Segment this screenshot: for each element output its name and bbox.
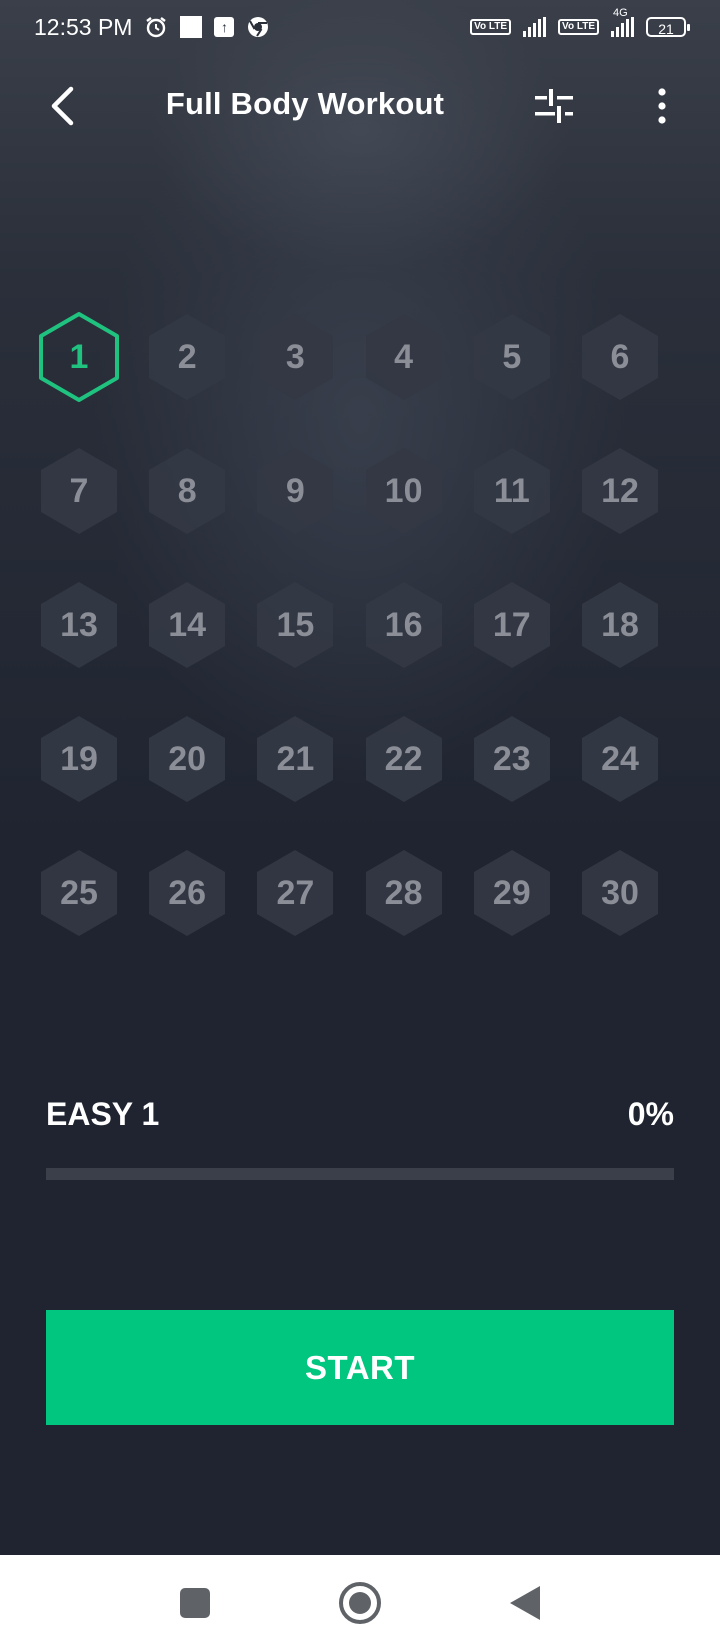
day-number: 16 [384,605,423,644]
day-cell-30[interactable]: 30 [578,848,662,938]
day-cell-10[interactable]: 10 [362,446,446,536]
day-cell-5[interactable]: 5 [470,312,554,402]
signal-icon-2 [611,17,634,37]
alarm-icon [144,15,168,39]
day-number: 18 [601,605,639,644]
triangle-back-icon [510,1586,540,1620]
progress-bar [46,1168,674,1180]
day-cell-18[interactable]: 18 [578,580,662,670]
system-nav-bar [0,1555,720,1650]
day-number: 10 [384,471,423,510]
day-cell-21[interactable]: 21 [253,714,337,804]
status-bar: 12:53 PM ↑ Vo LTE Vo LTE 4G 21 [0,0,720,54]
day-cell-11[interactable]: 11 [470,446,554,536]
day-cell-3[interactable]: 3 [253,312,337,402]
day-cell-2[interactable]: 2 [145,312,229,402]
day-cell-20[interactable]: 20 [145,714,229,804]
status-time: 12:53 PM [34,13,133,40]
day-cell-6[interactable]: 6 [578,312,662,402]
status-left: 12:53 PM ↑ [34,14,270,41]
day-cell-17[interactable]: 17 [470,580,554,670]
day-number: 19 [60,739,98,778]
day-number: 24 [601,739,639,778]
day-number: 6 [610,337,630,376]
day-cell-7[interactable]: 7 [37,446,121,536]
day-number: 14 [168,605,207,644]
day-number: 3 [285,337,305,376]
progress-percent: 0% [627,1096,674,1132]
day-cell-25[interactable]: 25 [37,848,121,938]
day-cell-27[interactable]: 27 [253,848,337,938]
day-number: 28 [384,873,423,912]
network-type: 4G [613,7,628,19]
day-cell-16[interactable]: 16 [362,580,446,670]
day-number: 26 [168,873,207,912]
day-grid: 1 2 3 4 5 6 7 8 9 10 11 12 13 14 15 16 17 18 19 20 21 22 23 24 2… [37,312,667,952]
battery-icon: 21 [646,17,690,37]
level-label: EASY 1 [46,1096,160,1132]
day-cell-24[interactable]: 24 [578,714,662,804]
day-number: 21 [276,739,315,778]
day-cell-8[interactable]: 8 [145,446,229,536]
day-number: 8 [177,471,197,510]
day-cell-12[interactable]: 12 [578,446,662,536]
day-cell-1[interactable]: 1 [37,312,121,402]
back-nav-button[interactable] [497,1575,553,1631]
day-number: 5 [502,337,522,376]
day-number: 22 [384,739,423,778]
app-bar: Full Body Workout [0,66,720,146]
notification-square-icon [180,16,203,38]
day-number: 15 [276,605,315,644]
day-cell-22[interactable]: 22 [362,714,446,804]
day-number: 27 [276,873,315,912]
day-cell-4[interactable]: 4 [362,312,446,402]
day-cell-19[interactable]: 19 [37,714,121,804]
adjust-button[interactable] [528,80,580,132]
day-cell-14[interactable]: 14 [145,580,229,670]
day-number: 13 [60,605,98,644]
chrome-icon [246,15,270,39]
status-right: Vo LTE Vo LTE 4G 21 [470,7,690,37]
signal-icon [523,17,547,37]
square-icon [180,1588,210,1618]
day-number: 1 [69,337,89,376]
day-number: 12 [601,471,639,510]
day-number: 7 [69,471,89,510]
volte-icon: Vo LTE [470,19,512,35]
start-button[interactable]: START [46,1310,674,1425]
day-cell-26[interactable]: 26 [145,848,229,938]
day-number: 2 [177,337,197,376]
day-cell-23[interactable]: 23 [470,714,554,804]
upload-icon: ↑ [214,17,235,37]
day-cell-15[interactable]: 15 [253,580,337,670]
day-cell-9[interactable]: 9 [253,446,337,536]
more-vertical-icon [658,88,666,124]
day-number: 11 [493,471,530,510]
sliders-icon [535,89,573,123]
signal-4g: 4G [611,7,634,37]
day-number: 17 [492,605,531,644]
home-circle-icon [339,1582,381,1624]
page-title: Full Body Workout [165,86,445,121]
day-cell-28[interactable]: 28 [362,848,446,938]
day-number: 9 [285,471,305,510]
volte-icon-2: Vo LTE [558,19,599,35]
day-number: 29 [492,873,531,912]
day-number: 4 [394,337,414,376]
day-number: 30 [601,873,639,912]
recents-button[interactable] [167,1575,223,1631]
day-cell-29[interactable]: 29 [470,848,554,938]
day-cell-13[interactable]: 13 [37,580,121,670]
more-button[interactable] [640,80,684,132]
day-number: 20 [168,739,207,778]
day-number: 23 [492,739,531,778]
home-button[interactable] [332,1575,388,1631]
day-number: 25 [60,873,98,912]
